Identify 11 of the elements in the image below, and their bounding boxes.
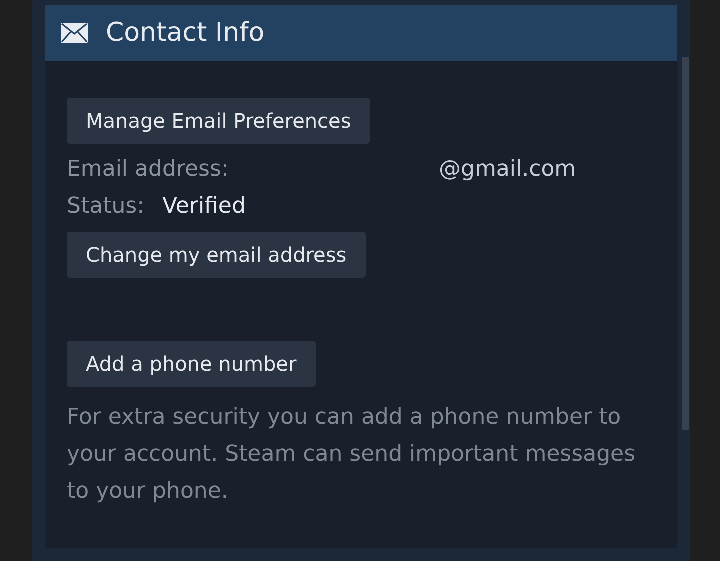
email-value: @gmail.com [439, 156, 576, 184]
phone-security-note: For extra security you can add a phone number to your account. Steam can send important messages to your phone. [67, 404, 637, 506]
change-email-button[interactable]: Change my email address [67, 232, 366, 278]
email-label: Email address: [67, 156, 230, 184]
manage-email-preferences-button[interactable]: Manage Email Preferences [67, 98, 370, 144]
status-value: Verified [162, 193, 246, 221]
scrollbar[interactable] [682, 57, 689, 430]
status-label: Status: [67, 193, 145, 221]
add-phone-button[interactable]: Add a phone number [67, 341, 316, 387]
section-title: Contact Info [106, 16, 265, 50]
envelope-icon [61, 23, 88, 43]
